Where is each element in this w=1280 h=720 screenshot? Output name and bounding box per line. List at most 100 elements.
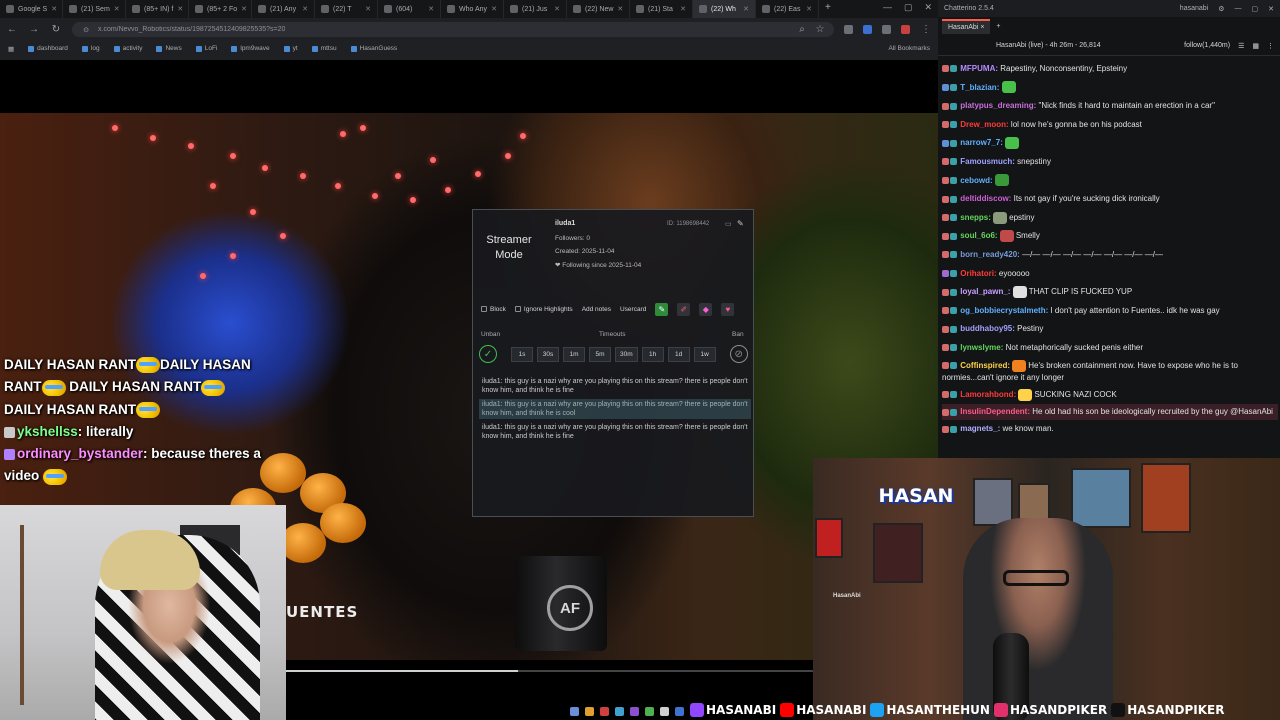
heart-icon[interactable]: ♥ <box>721 303 735 316</box>
address-bar[interactable]: ⊙ x.com/Nevvo_Robotics/status/1987254512… <box>72 22 834 37</box>
apps-icon[interactable]: ▦ <box>8 45 14 53</box>
bookmark-item[interactable]: HasanGuess <box>350 45 397 52</box>
chat-message[interactable]: og_bobbiecrystalmeth: I don't pay attent… <box>942 302 1278 321</box>
chat-username[interactable]: cebowd: <box>960 176 992 185</box>
close-tab-icon[interactable]: × <box>980 24 984 31</box>
chat-username[interactable]: T_blazian: <box>960 83 999 92</box>
site-info-icon[interactable]: ⊙ <box>80 26 92 34</box>
grid-icon[interactable]: ▦ <box>1252 42 1259 50</box>
browser-tab[interactable]: Google S ✕ <box>0 0 63 18</box>
close-icon[interactable]: ✕ <box>924 2 932 13</box>
chat-message[interactable]: Famousmuch: snepstiny <box>942 153 1278 172</box>
bookmark-item[interactable]: News <box>156 45 182 52</box>
bookmark-item[interactable]: log <box>81 45 100 52</box>
maximize-icon[interactable]: ▢ <box>1252 5 1259 13</box>
chat-message[interactable]: platypus_dreaming: "Nick finds it hard t… <box>942 97 1278 116</box>
add-notes-button[interactable]: Add notes <box>582 306 611 313</box>
bookmark-item[interactable]: activity <box>113 45 142 52</box>
browser-tab[interactable]: (22) Wh ✕ <box>693 0 756 18</box>
extension-icon[interactable] <box>863 25 872 34</box>
close-tab-icon[interactable]: ✕ <box>491 5 497 13</box>
browser-tab[interactable]: (604) ✕ <box>378 0 441 18</box>
back-icon[interactable]: ← <box>6 24 18 35</box>
close-icon[interactable]: ✕ <box>1268 5 1274 13</box>
taskbar-app-icon[interactable] <box>570 707 579 716</box>
minimize-icon[interactable]: — <box>883 2 892 13</box>
bookmark-item[interactable]: mttsu <box>311 45 337 52</box>
close-tab-icon[interactable]: ✕ <box>554 5 560 13</box>
chat-message[interactable]: magnets_: we know man. <box>942 420 1278 439</box>
add-tab-icon[interactable]: + <box>996 23 1000 30</box>
chat-message[interactable]: snepps: epstiny <box>942 209 1278 228</box>
chat-username[interactable]: Coffinspired: <box>960 361 1010 370</box>
chat-username[interactable]: og_bobbiecrystalmeth: <box>960 306 1048 315</box>
chat-username[interactable]: snepps: <box>960 213 991 222</box>
taskbar-app-icon[interactable] <box>585 707 594 716</box>
timeout-button[interactable]: 1m <box>563 346 585 362</box>
timeout-button[interactable]: 30s <box>537 346 559 362</box>
taskbar-app-icon[interactable] <box>600 707 609 716</box>
chat-username[interactable]: Famousmuch: <box>960 157 1015 166</box>
chat-username[interactable]: deltiddiscow: <box>960 194 1011 203</box>
chat-message[interactable]: cebowd: <box>942 172 1278 191</box>
chat-message[interactable]: born_ready420: —/— —/— —/— —/— —/— —/— —… <box>942 246 1278 265</box>
close-tab-icon[interactable]: ✕ <box>428 5 434 13</box>
browser-tab[interactable]: (22) Eas ✕ <box>756 0 819 18</box>
bookmark-star-icon[interactable]: ☆ <box>814 24 826 35</box>
chat-username[interactable]: lynwslyme: <box>960 343 1003 352</box>
chat-message[interactable]: MFPUMA: Rapestiny, Nonconsentiny, Epstei… <box>942 60 1278 79</box>
all-bookmarks[interactable]: All Bookmarks <box>888 45 930 52</box>
timeout-button[interactable]: 1h <box>641 346 664 362</box>
ban-button[interactable]: ⊘ <box>729 345 748 363</box>
chat-username[interactable]: born_ready420: <box>960 250 1020 259</box>
tab-hasanabi[interactable]: HasanAbi × <box>942 19 991 34</box>
close-tab-icon[interactable]: ✕ <box>680 5 686 13</box>
usercard-button[interactable]: Usercard <box>620 306 646 313</box>
chat-username[interactable]: buddhaboy95: <box>960 324 1015 333</box>
extension-icon[interactable] <box>901 25 910 34</box>
browser-tab[interactable]: (85+ IN) f ✕ <box>126 0 189 18</box>
timeout-button[interactable]: 5m <box>589 346 611 362</box>
browser-tab[interactable]: (85+ 2 Fo ✕ <box>189 0 252 18</box>
new-tab-icon[interactable]: + <box>819 0 837 18</box>
block-checkbox[interactable]: Block <box>481 306 506 313</box>
chat-username[interactable]: narrow7_7: <box>960 138 1003 147</box>
chat-message[interactable]: T_blazian: <box>942 79 1278 98</box>
chat-username[interactable]: loyal_pawn_: <box>960 287 1010 296</box>
browser-tab[interactable]: (21) Jus ✕ <box>504 0 567 18</box>
taskbar-app-icon[interactable] <box>675 707 684 716</box>
more-icon[interactable]: ⋮ <box>1267 42 1274 50</box>
bookmark-item[interactable]: dashboard <box>28 45 68 52</box>
bookmark-item[interactable]: lpm9wave <box>231 45 270 52</box>
chat-message[interactable]: deltiddiscow: Its not gay if you're suck… <box>942 190 1278 209</box>
close-tab-icon[interactable]: ✕ <box>241 5 247 13</box>
chat-message[interactable]: loyal_pawn_: THAT CLIP IS FUCKED YUP <box>942 283 1278 302</box>
chat-username[interactable]: magnets_: <box>960 424 1000 433</box>
search-icon[interactable]: ⌕ <box>796 24 808 35</box>
taskbar-app-icon[interactable] <box>630 707 639 716</box>
video-progress-bar[interactable] <box>286 670 813 672</box>
reload-icon[interactable]: ↻ <box>50 24 62 35</box>
chat-username[interactable]: MFPUMA: <box>960 64 998 73</box>
timeout-button[interactable]: 30m <box>615 346 638 362</box>
usercard-message[interactable]: iluda1: this guy is a nazi why are you p… <box>479 399 751 419</box>
chat-message[interactable]: soul_6o6: Smelly <box>942 227 1278 246</box>
maximize-icon[interactable]: ▢ <box>904 2 913 13</box>
minimize-icon[interactable]: — <box>1235 5 1242 13</box>
chat-username[interactable]: soul_6o6: <box>960 231 997 240</box>
chat-username[interactable]: InsulinDependent: <box>960 407 1030 416</box>
minimize-icon[interactable]: ▭ <box>725 220 732 228</box>
close-tab-icon[interactable]: ✕ <box>177 5 183 13</box>
browser-tab[interactable]: (21) Any ✕ <box>252 0 315 18</box>
chat-username[interactable]: Lamorahbond: <box>960 390 1016 399</box>
bookmark-item[interactable]: LoFi <box>195 45 217 52</box>
unban-button[interactable]: ✓ <box>479 345 497 363</box>
mod-icon[interactable]: ✎ <box>655 303 669 316</box>
close-tab-icon[interactable]: ✕ <box>617 5 623 13</box>
usercard-message[interactable]: iluda1: this guy is a nazi why are you p… <box>479 422 751 442</box>
pin-icon[interactable]: ✎ <box>737 219 744 228</box>
close-tab-icon[interactable]: ✕ <box>806 5 812 13</box>
chat-message[interactable]: Coffinspired: He's broken containment no… <box>942 358 1278 386</box>
ignore-highlights-checkbox[interactable]: Ignore Highlights <box>514 306 573 313</box>
chat-message[interactable]: buddhaboy95: Pestiny <box>942 320 1278 339</box>
